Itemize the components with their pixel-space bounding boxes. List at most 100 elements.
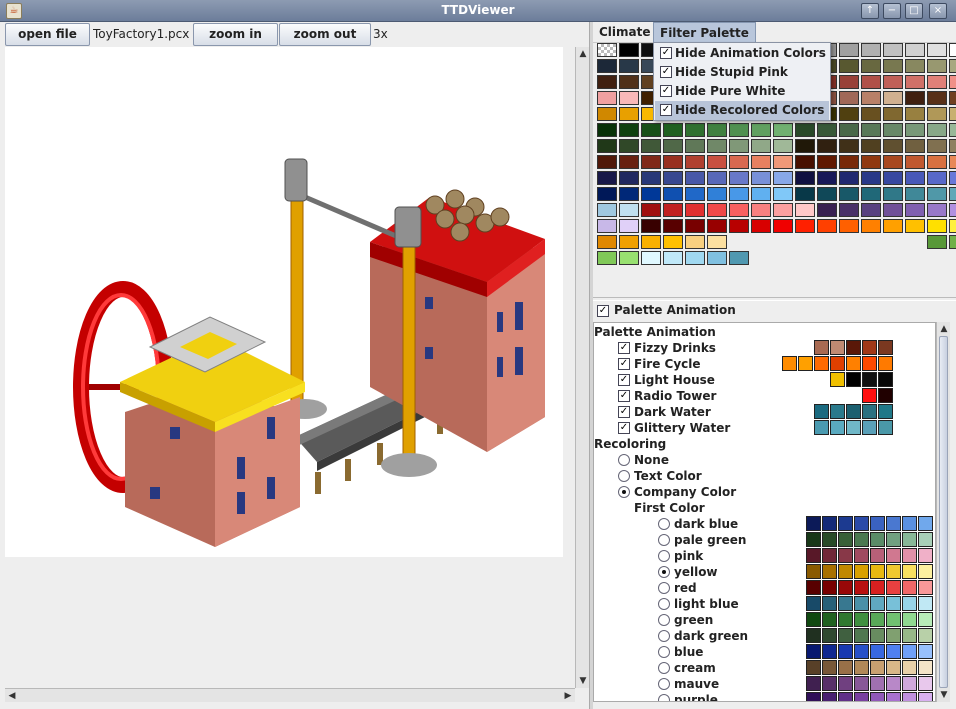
tree-node-color[interactable]: blue	[674, 644, 703, 660]
palette-swatch[interactable]	[883, 107, 903, 121]
window-up-button[interactable]: ↑	[861, 3, 879, 19]
palette-swatch[interactable]	[707, 251, 727, 265]
palette-swatch[interactable]	[663, 171, 683, 185]
palette-swatch[interactable]	[795, 123, 815, 137]
palette-swatch[interactable]	[839, 107, 859, 121]
tree-scroll-up-icon[interactable]: ▲	[937, 322, 951, 336]
tree-node-color[interactable]: light blue	[674, 596, 739, 612]
palette-swatch[interactable]	[795, 155, 815, 169]
palette-swatch[interactable]	[905, 59, 925, 73]
palette-swatch[interactable]	[817, 219, 837, 233]
palette-swatch[interactable]	[597, 171, 617, 185]
menu-filter-palette[interactable]: Filter Palette	[653, 22, 756, 43]
animation-checkbox[interactable]: ✓	[618, 358, 630, 370]
palette-swatch[interactable]	[883, 171, 903, 185]
palette-swatch[interactable]	[641, 235, 661, 249]
palette-swatch[interactable]	[619, 75, 639, 89]
palette-swatch[interactable]	[751, 219, 771, 233]
palette-swatch[interactable]	[773, 123, 793, 137]
palette-swatch[interactable]	[795, 219, 815, 233]
palette-swatch[interactable]	[773, 171, 793, 185]
palette-swatch[interactable]	[663, 139, 683, 153]
tree-node-animation[interactable]: Light House	[634, 372, 715, 388]
palette-swatch[interactable]	[949, 43, 956, 57]
palette-swatch[interactable]	[685, 219, 705, 233]
palette-swatch[interactable]	[839, 139, 859, 153]
palette-swatch[interactable]	[861, 123, 881, 137]
palette-swatch[interactable]	[597, 155, 617, 169]
palette-swatch[interactable]	[751, 123, 771, 137]
palette-tree[interactable]: Palette Animation ✓ Fizzy Drinks ✓ Fire Cycl…	[593, 322, 936, 702]
palette-swatch[interactable]	[839, 219, 859, 233]
palette-swatch[interactable]	[597, 75, 617, 89]
palette-swatch[interactable]	[949, 171, 956, 185]
animation-checkbox[interactable]: ✓	[618, 422, 630, 434]
palette-swatch[interactable]	[905, 139, 925, 153]
palette-swatch[interactable]	[949, 187, 956, 201]
sprite-image-view[interactable]	[5, 47, 563, 557]
palette-swatch[interactable]	[663, 155, 683, 169]
palette-swatch[interactable]	[619, 203, 639, 217]
palette-swatch[interactable]	[619, 91, 639, 105]
palette-swatch[interactable]	[729, 251, 749, 265]
close-button[interactable]: ×	[929, 3, 947, 19]
palette-swatch[interactable]	[663, 203, 683, 217]
color-radio[interactable]	[658, 534, 670, 546]
recolor-radio[interactable]	[618, 454, 630, 466]
minimize-button[interactable]: −	[883, 3, 901, 19]
animation-checkbox[interactable]: ✓	[618, 406, 630, 418]
palette-swatch[interactable]	[817, 171, 837, 185]
palette-swatch[interactable]	[839, 43, 859, 57]
palette-swatch[interactable]	[883, 59, 903, 73]
animation-checkbox[interactable]: ✓	[618, 342, 630, 354]
palette-swatch[interactable]	[707, 123, 727, 137]
palette-swatch[interactable]	[927, 235, 947, 249]
tree-node-palette-animation[interactable]: Palette Animation	[594, 324, 716, 340]
palette-swatch[interactable]	[927, 43, 947, 57]
palette-swatch[interactable]	[883, 123, 903, 137]
palette-swatch[interactable]	[861, 75, 881, 89]
palette-swatch[interactable]	[861, 203, 881, 217]
zoom-in-button[interactable]: zoom in	[193, 23, 278, 46]
tree-node-animation[interactable]: Fizzy Drinks	[634, 340, 716, 356]
palette-swatch[interactable]	[597, 251, 617, 265]
palette-swatch[interactable]	[685, 251, 705, 265]
filter-menu-item[interactable]: ✓ Hide Recolored Colors	[655, 101, 829, 120]
palette-animation-checkbox[interactable]: ✓	[597, 305, 609, 317]
palette-swatch[interactable]	[795, 203, 815, 217]
palette-swatch[interactable]	[619, 235, 639, 249]
palette-swatch[interactable]	[795, 139, 815, 153]
tree-node-color[interactable]: yellow	[674, 564, 718, 580]
palette-swatch[interactable]	[597, 43, 617, 57]
palette-swatch[interactable]	[905, 203, 925, 217]
palette-swatch[interactable]	[597, 123, 617, 137]
palette-swatch[interactable]	[883, 75, 903, 89]
palette-swatch[interactable]	[641, 171, 661, 185]
palette-swatch[interactable]	[927, 91, 947, 105]
palette-swatch[interactable]	[927, 59, 947, 73]
color-radio[interactable]	[658, 646, 670, 658]
palette-swatch[interactable]	[839, 91, 859, 105]
palette-swatch[interactable]	[663, 251, 683, 265]
palette-swatch[interactable]	[707, 155, 727, 169]
palette-swatch[interactable]	[861, 171, 881, 185]
palette-swatch[interactable]	[597, 91, 617, 105]
zoom-out-button[interactable]: zoom out	[279, 23, 371, 46]
palette-swatch[interactable]	[597, 107, 617, 121]
palette-swatch[interactable]	[641, 203, 661, 217]
palette-swatch[interactable]	[729, 139, 749, 153]
tree-node-color[interactable]: red	[674, 580, 697, 596]
palette-swatch[interactable]	[729, 219, 749, 233]
palette-swatch[interactable]	[905, 123, 925, 137]
palette-swatch[interactable]	[751, 187, 771, 201]
palette-swatch[interactable]	[685, 139, 705, 153]
open-file-button[interactable]: open file	[5, 23, 90, 46]
tree-node-first-color[interactable]: First Color	[634, 500, 705, 516]
palette-swatch[interactable]	[619, 155, 639, 169]
palette-swatch[interactable]	[619, 123, 639, 137]
tree-vertical-scrollbar[interactable]: ▲ ▼	[936, 322, 950, 702]
palette-swatch[interactable]	[861, 91, 881, 105]
palette-swatch[interactable]	[927, 203, 947, 217]
palette-swatch[interactable]	[641, 219, 661, 233]
palette-swatch[interactable]	[707, 219, 727, 233]
